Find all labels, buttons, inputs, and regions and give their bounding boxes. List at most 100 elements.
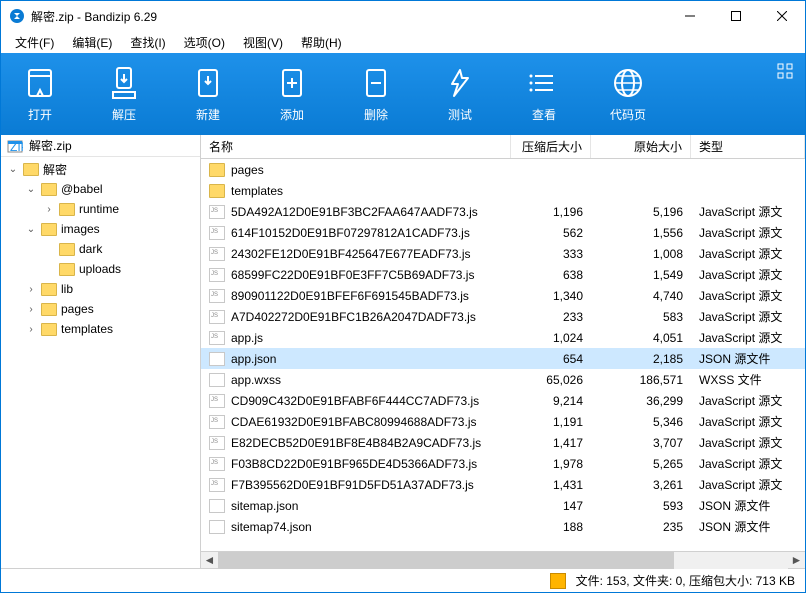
cell-original: 1,556 xyxy=(591,226,691,240)
expand-icon[interactable] xyxy=(43,263,55,275)
col-original[interactable]: 原始大小 xyxy=(591,135,691,158)
file-name: sitemap.json xyxy=(231,499,298,513)
js-icon xyxy=(209,394,225,408)
folder-tree[interactable]: ⌄ 解密⌄@babel › runtime ⌄imagesdarkuploads›lib… xyxy=(1,157,200,568)
cell-compressed: 147 xyxy=(511,499,591,513)
tree-node[interactable]: ⌄ 解密 xyxy=(1,159,200,179)
file-row[interactable]: 614F10152D0E91BF07297812A1CADF73.js5621,… xyxy=(201,222,805,243)
file-row[interactable]: 5DA492A12D0E91BF3BC2FAA647AADF73.js1,196… xyxy=(201,201,805,222)
tree-label: templates xyxy=(61,322,113,336)
menubar: 文件(F)编辑(E)查找(I)选项(O)视图(V)帮助(H) xyxy=(1,31,805,53)
json-icon xyxy=(209,520,225,534)
cell-name: 614F10152D0E91BF07297812A1CADF73.js xyxy=(201,226,511,240)
file-row[interactable]: app.wxss65,026186,571WXSS 文件 xyxy=(201,369,805,390)
maximize-button[interactable] xyxy=(713,1,759,31)
minimize-button[interactable] xyxy=(667,1,713,31)
menu-item[interactable]: 帮助(H) xyxy=(293,32,350,53)
toolbar-codepage-button[interactable]: 代码页 xyxy=(601,66,655,123)
close-button[interactable] xyxy=(759,1,805,31)
menu-item[interactable]: 文件(F) xyxy=(7,32,62,53)
cell-name: F03B8CD22D0E91BF965DE4D5366ADF73.js xyxy=(201,457,511,471)
cell-name: CD909C432D0E91BFABF6F444CC7ADF73.js xyxy=(201,394,511,408)
file-name: app.js xyxy=(231,331,263,345)
menu-item[interactable]: 查找(I) xyxy=(122,32,173,53)
scroll-right-icon[interactable]: ► xyxy=(788,552,805,569)
cell-type: JavaScript 源文 xyxy=(691,203,805,220)
file-row[interactable]: 24302FE12D0E91BF425647E677EADF73.js3331,… xyxy=(201,243,805,264)
cell-type: JavaScript 源文 xyxy=(691,455,805,472)
expand-icon[interactable]: › xyxy=(25,303,37,315)
tree-node[interactable]: uploads xyxy=(1,259,200,279)
folder-icon xyxy=(41,283,57,296)
file-row[interactable]: F7B395562D0E91BF91D5FD51A37ADF73.js1,431… xyxy=(201,474,805,495)
tree-label: runtime xyxy=(79,202,119,216)
cell-name: 5DA492A12D0E91BF3BC2FAA647AADF73.js xyxy=(201,205,511,219)
horizontal-scrollbar[interactable]: ◄ ► xyxy=(201,551,805,568)
toolbar-open-button[interactable]: 打开 xyxy=(13,66,67,123)
tree-node[interactable]: dark xyxy=(1,239,200,259)
toolbar-add-button[interactable]: 添加 xyxy=(265,66,319,123)
expand-icon[interactable]: ⌄ xyxy=(25,183,37,195)
toolbar-label: 查看 xyxy=(532,106,556,123)
toolbar-more-icon[interactable] xyxy=(777,63,793,79)
folder-icon xyxy=(59,263,75,276)
menu-item[interactable]: 选项(O) xyxy=(176,32,233,53)
menu-item[interactable]: 编辑(E) xyxy=(64,32,120,53)
menu-item[interactable]: 视图(V) xyxy=(235,32,291,53)
file-row[interactable]: sitemap74.json188235JSON 源文件 xyxy=(201,516,805,537)
file-row[interactable]: sitemap.json147593JSON 源文件 xyxy=(201,495,805,516)
file-row[interactable]: CDAE61932D0E91BFABC80994688ADF73.js1,191… xyxy=(201,411,805,432)
file-row[interactable]: F03B8CD22D0E91BF965DE4D5366ADF73.js1,978… xyxy=(201,453,805,474)
file-row[interactable]: E82DECB52D0E91BF8E4B84B2A9CADF73.js1,417… xyxy=(201,432,805,453)
col-name[interactable]: 名称 xyxy=(201,135,511,158)
tree-label: 解密 xyxy=(43,161,67,178)
expand-icon[interactable]: › xyxy=(25,323,37,335)
file-row[interactable]: A7D402272D0E91BFC1B26A2047DADF73.js23358… xyxy=(201,306,805,327)
toolbar-test-button[interactable]: 测试 xyxy=(433,66,487,123)
cell-original: 3,261 xyxy=(591,478,691,492)
tree-node[interactable]: ⌄images xyxy=(1,219,200,239)
file-name: F7B395562D0E91BF91D5FD51A37ADF73.js xyxy=(231,478,474,492)
toolbar-view-button[interactable]: 查看 xyxy=(517,66,571,123)
col-compressed[interactable]: 压缩后大小 xyxy=(511,135,591,158)
tree-node[interactable]: ›pages xyxy=(1,299,200,319)
file-row[interactable]: 890901122D0E91BFEF6F691545BADF73.js1,340… xyxy=(201,285,805,306)
cell-type: JavaScript 源文 xyxy=(691,245,805,262)
new-icon xyxy=(191,66,225,100)
tree-node[interactable]: ⌄@babel xyxy=(1,179,200,199)
expand-icon[interactable]: ⌄ xyxy=(7,163,19,175)
file-row[interactable]: app.json6542,185JSON 源文件 xyxy=(201,348,805,369)
file-name: pages xyxy=(231,163,264,177)
expand-icon[interactable]: ⌄ xyxy=(25,223,37,235)
view-icon xyxy=(527,66,561,100)
col-type[interactable]: 类型 xyxy=(691,135,805,158)
cell-compressed: 65,026 xyxy=(511,373,591,387)
cell-name: sitemap74.json xyxy=(201,520,511,534)
toolbar-delete-button[interactable]: 删除 xyxy=(349,66,403,123)
expand-icon[interactable]: › xyxy=(43,203,55,215)
cell-original: 3,707 xyxy=(591,436,691,450)
toolbar-new-button[interactable]: 新建 xyxy=(181,66,235,123)
cell-type: JavaScript 源文 xyxy=(691,224,805,241)
status-text: 文件: 153, 文件夹: 0, 压缩包大小: 713 KB xyxy=(576,572,795,589)
file-row[interactable]: templates xyxy=(201,180,805,201)
cell-compressed: 654 xyxy=(511,352,591,366)
file-row[interactable]: app.js1,0244,051JavaScript 源文 xyxy=(201,327,805,348)
tree-node[interactable]: › templates xyxy=(1,319,200,339)
file-row[interactable]: 68599FC22D0E91BF0E3FF7C5B69ADF73.js6381,… xyxy=(201,264,805,285)
file-rows[interactable]: pagestemplates5DA492A12D0E91BF3BC2FAA647… xyxy=(201,159,805,551)
scroll-track[interactable] xyxy=(218,552,788,569)
scroll-left-icon[interactable]: ◄ xyxy=(201,552,218,569)
toolbar-extract-button[interactable]: 解压 xyxy=(97,66,151,123)
tree-node[interactable]: › runtime xyxy=(1,199,200,219)
file-row[interactable]: CD909C432D0E91BFABF6F444CC7ADF73.js9,214… xyxy=(201,390,805,411)
column-headers[interactable]: 名称 压缩后大小 原始大小 类型 xyxy=(201,135,805,159)
cell-type: JavaScript 源文 xyxy=(691,287,805,304)
expand-icon[interactable]: › xyxy=(25,283,37,295)
file-row[interactable]: pages xyxy=(201,159,805,180)
scroll-thumb[interactable] xyxy=(218,552,674,569)
expand-icon[interactable] xyxy=(43,243,55,255)
toolbar-label: 添加 xyxy=(280,106,304,123)
file-name: sitemap74.json xyxy=(231,520,312,534)
tree-node[interactable]: ›lib xyxy=(1,279,200,299)
